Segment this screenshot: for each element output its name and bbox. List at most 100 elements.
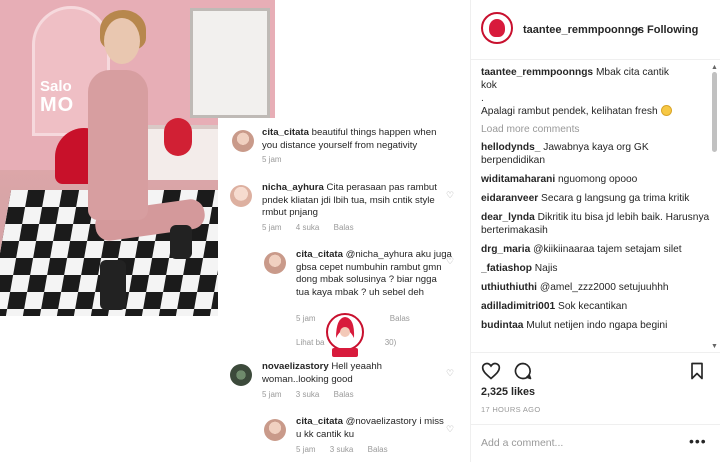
- list-item: adilladimitri001 Sok kecantikan: [481, 300, 713, 313]
- list-item: widitamaharani nguomong opooo: [481, 173, 713, 186]
- comment-icon[interactable]: [513, 361, 533, 381]
- caption: taantee_remmpoonngs Mbak cita cantik: [481, 66, 713, 79]
- caption-user[interactable]: taantee_remmpoonngs: [481, 67, 593, 78]
- reply-button[interactable]: Balas: [334, 223, 354, 232]
- more-options-icon[interactable]: •••: [689, 433, 707, 449]
- comment-meta: 5 jam 4 suka Balas: [262, 223, 366, 232]
- comment-user[interactable]: hellodynds_: [481, 142, 540, 153]
- caption-line-2: kok: [481, 80, 497, 91]
- scrollbar-thumb[interactable]: [712, 72, 717, 152]
- list-item: uthiuthiuthi @amel_zzz2000 setujuuhhh: [481, 281, 713, 294]
- comment-text: cita_citata @novaelizastory i miss u kk …: [296, 416, 446, 441]
- add-comment-input[interactable]: Add a comment...: [481, 437, 563, 449]
- list-item: eidaranveer Secara g langsung ga trima k…: [481, 192, 713, 205]
- comment-likes[interactable]: 3 suka: [330, 445, 354, 454]
- comment-text: novaelizastory Hell yeaahh woman..lookin…: [262, 361, 412, 386]
- following-button[interactable]: Following: [647, 24, 698, 36]
- load-more-comments-link[interactable]: Load more comments: [481, 124, 713, 135]
- scroll-down-arrow-icon[interactable]: ▼: [711, 343, 718, 350]
- comment-time: 5 jam: [262, 223, 282, 232]
- add-comment-bar: Add a comment... •••: [471, 424, 720, 462]
- heart-icon[interactable]: [481, 361, 501, 381]
- avatar: [232, 130, 254, 152]
- reply-button[interactable]: Balas: [334, 390, 354, 399]
- bookmark-icon[interactable]: [687, 361, 707, 381]
- comment-time: 5 jam: [296, 314, 316, 323]
- reply-button[interactable]: Balas: [390, 314, 410, 323]
- comment-user: nicha_ayhura: [262, 182, 324, 193]
- comment-meta: 5 jam 3 suka Balas: [296, 445, 400, 454]
- comment-user[interactable]: _fatiashop: [481, 263, 532, 274]
- comment-user: cita_citata: [262, 127, 309, 138]
- comment-user[interactable]: widitamaharani: [481, 174, 555, 185]
- comment-time: 5 jam: [262, 155, 282, 164]
- list-item: _fatiashop Najis: [481, 262, 713, 275]
- comment-text: cita_citata beautiful things happen when…: [262, 127, 442, 152]
- comment-body: nguomong opooo: [558, 174, 638, 185]
- comment-user: novaelizastory: [262, 361, 329, 372]
- avatar: [230, 364, 252, 386]
- comment-body: Mulut netijen indo ngapa begini: [526, 320, 668, 331]
- avatar: [264, 252, 286, 274]
- photo-person-head: [104, 18, 140, 64]
- watermark-logo-icon: [326, 313, 364, 357]
- comment-text: nicha_ayhura Cita perasaan pas rambut pn…: [262, 182, 452, 220]
- comment-user[interactable]: adilladimitri001: [481, 301, 555, 312]
- caption-line-4: Apalagi rambut pendek, kelihatan fresh: [481, 106, 658, 117]
- post-actions-bar: [471, 352, 720, 382]
- comments-scrollbar[interactable]: ▲ ▼: [711, 64, 718, 350]
- comment-body: Najis: [534, 263, 558, 274]
- list-item: dear_lynda Dikritik itu bisa jd lebih ba…: [481, 211, 713, 237]
- smile-emoji-icon: [660, 105, 672, 116]
- like-heart-icon[interactable]: ♡: [446, 425, 456, 434]
- comment-user[interactable]: drg_maria: [481, 244, 530, 255]
- photo-red-chair-2: [164, 118, 192, 156]
- post-side-panel: taantee_remmpoonngs • Following taantee_…: [470, 0, 720, 462]
- comment-body: @kiikiinaaraa tajem setajam silet: [533, 244, 682, 255]
- likes-count[interactable]: 2,325 likes: [481, 386, 535, 398]
- comment-time: 5 jam: [262, 390, 282, 399]
- comment-meta: 5 jam 3 suka Balas: [262, 390, 366, 399]
- comment-likes[interactable]: 3 suka: [296, 390, 320, 399]
- comment-user: cita_citata: [296, 416, 343, 427]
- comment-text: cita_citata @nicha_ayhura aku juga gbsa …: [296, 249, 452, 299]
- list-item: budintaa Mulut netijen indo ngapa begini: [481, 319, 713, 332]
- post-timestamp: 17 HOURS AGO: [481, 405, 541, 414]
- comments-feed: taantee_remmpoonngs Mbak cita cantik kok…: [481, 66, 713, 352]
- salon-sign-text-1: Salo: [40, 78, 72, 95]
- salon-sign-text-2: MO: [40, 94, 75, 116]
- comment-time: 5 jam: [296, 445, 316, 454]
- caption-line-1: Mbak cita cantik: [595, 67, 669, 78]
- comment-user: cita_citata: [296, 249, 343, 260]
- comment-body: Sok kecantikan: [558, 301, 628, 312]
- view-replies-label: Lihat ba: [296, 338, 325, 347]
- list-item: drg_maria @kiikiinaaraa tajem setajam si…: [481, 243, 713, 256]
- comment-user[interactable]: eidaranveer: [481, 193, 538, 204]
- header-separator: •: [637, 24, 641, 36]
- comment-likes[interactable]: 4 suka: [296, 223, 320, 232]
- caption-line-4-wrap: Apalagi rambut pendek, kelihatan fresh: [481, 105, 713, 118]
- list-item: hellodynds_ Jawabnya kaya org GK berpend…: [481, 141, 713, 167]
- photo-boot-1: [100, 260, 126, 310]
- comment-meta: 5 jam: [262, 155, 294, 164]
- photo-window: [190, 8, 270, 118]
- reply-button[interactable]: Balas: [368, 445, 388, 454]
- comment-screenshot-collage: cita_citata beautiful things happen when…: [218, 118, 470, 462]
- profile-avatar[interactable]: [481, 12, 513, 44]
- view-replies-count: 30): [384, 338, 397, 347]
- like-heart-icon[interactable]: ♡: [446, 369, 456, 378]
- header-username[interactable]: taantee_remmpoonngs: [523, 24, 644, 36]
- avatar: [264, 419, 286, 441]
- avatar: [230, 185, 252, 207]
- photo-boot-2: [170, 225, 192, 259]
- comment-user[interactable]: dear_lynda: [481, 212, 535, 223]
- like-heart-icon[interactable]: ♡: [446, 191, 456, 200]
- like-heart-icon[interactable]: ♡: [446, 257, 456, 266]
- comment-user[interactable]: uthiuthiuthi: [481, 282, 537, 293]
- photo-person-body: [88, 70, 148, 220]
- scroll-up-arrow-icon[interactable]: ▲: [711, 64, 718, 71]
- post-header: taantee_remmpoonngs • Following: [471, 0, 720, 60]
- comment-user[interactable]: budintaa: [481, 320, 523, 331]
- caption-line-3: .: [481, 93, 484, 104]
- comment-body: Secara g langsung ga trima kritik: [541, 193, 690, 204]
